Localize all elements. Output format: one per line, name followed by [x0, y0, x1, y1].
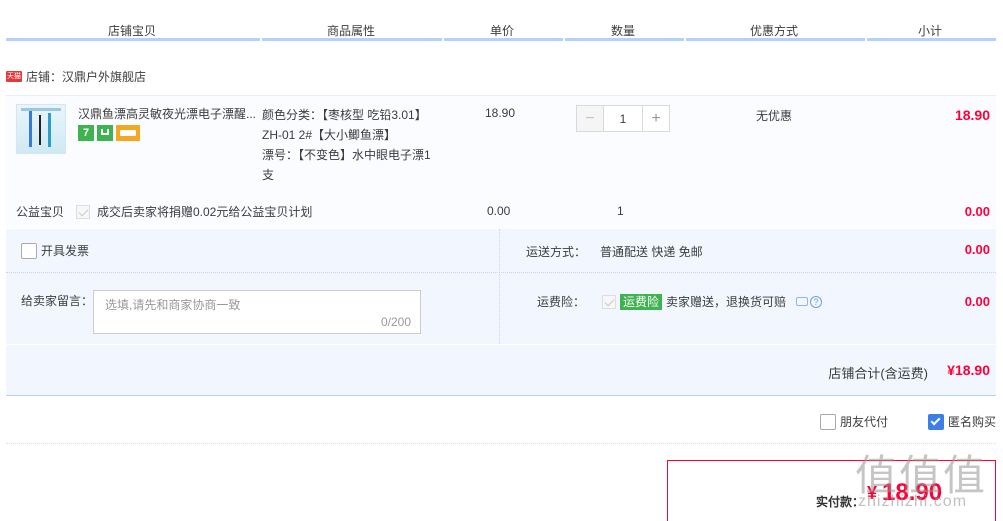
shop-total-label: 店铺合计(含运费) — [828, 366, 928, 381]
seller-message-field[interactable]: 选填,请先和商家协商一致 0/200 — [93, 290, 421, 334]
guarantee-icon[interactable] — [97, 125, 113, 141]
tmall-logo-icon: 天猫 — [6, 70, 22, 82]
attribute-line: 颜色分类：【枣核型 吃铅3.01】 — [262, 108, 427, 122]
invoice-section: 开具发票 — [6, 229, 500, 273]
order-item: 汉鼎鱼漂高灵敏夜光漂电子漂醒... 7 颜色分类：【枣核型 吃铅3.01】 ZH… — [6, 95, 996, 228]
header-divider — [442, 38, 444, 41]
item-subtotal: 18.90 — [954, 107, 990, 123]
column-header-shop-item: 店铺宝贝 — [108, 24, 157, 38]
charity-quantity: 1 — [617, 204, 624, 218]
header-divider — [260, 38, 262, 41]
header-divider — [684, 38, 686, 41]
attribute-line: ZH-01 2#【大小鲫鱼漂】 — [262, 128, 397, 142]
charity-text: 成交后卖家将捐赠0.02元给公益宝贝计划 — [97, 205, 313, 219]
chat-icon[interactable] — [796, 297, 809, 306]
header-divider — [865, 38, 867, 41]
seven-day-return-icon[interactable]: 7 — [78, 125, 94, 141]
header-underline — [6, 38, 996, 41]
shop-total-amount: ¥18.90 — [947, 362, 990, 378]
charity-label: 公益宝贝 — [16, 205, 65, 219]
attribute-line: 漂号：【不变色】水中眼电子漂1 — [262, 148, 431, 162]
anonymous-label[interactable]: 匿名购买 — [948, 413, 996, 430]
insurance-amount: 0.00 — [964, 294, 990, 309]
help-icon[interactable]: ? — [810, 295, 823, 308]
column-header-discount: 优惠方式 — [750, 24, 799, 38]
insurance-tag: 运费险 — [620, 293, 663, 310]
shipping-amount: 0.00 — [964, 242, 990, 257]
product-attributes: 颜色分类：【枣核型 吃铅3.01】 ZH-01 2#【大小鲫鱼漂】 漂号：【不变… — [262, 105, 462, 185]
column-header-quantity: 数量 — [611, 24, 636, 38]
shop-row: 天猫 店铺：汉鼎户外旗舰店 — [6, 66, 146, 86]
discount-method: 无优惠 — [756, 109, 793, 123]
message-counter: 0/200 — [380, 315, 411, 329]
divider — [6, 443, 996, 444]
column-header-attributes: 商品属性 — [327, 24, 376, 38]
attribute-line: 支 — [262, 168, 275, 182]
shop-total-row: 店铺合计(含运费) ¥18.90 — [6, 345, 996, 396]
shipping-section: 运送方式： 普通配送 快递 免邮 0.00 — [501, 229, 996, 273]
column-header-subtotal: 小计 — [918, 24, 943, 38]
decrease-quantity-button[interactable]: − — [576, 105, 604, 132]
invoice-checkbox[interactable] — [21, 242, 37, 259]
friend-pay-checkbox[interactable] — [820, 413, 836, 430]
quantity-stepper: − + — [576, 105, 670, 132]
shipping-label: 运送方式： — [526, 245, 587, 259]
insurance-checkbox — [602, 294, 616, 309]
watermark-url: zhizhizhi.com — [858, 493, 968, 510]
anonymous-checkbox[interactable] — [928, 413, 944, 430]
insurance-option: 运费险 卖家赠送，退换货可赔 ? — [602, 293, 823, 310]
credit-card-icon[interactable] — [116, 125, 140, 141]
unit-price: 18.90 — [485, 106, 516, 120]
product-title-link[interactable]: 汉鼎鱼漂高灵敏夜光漂电子漂醒... — [78, 105, 260, 122]
message-label: 给卖家留言： — [21, 294, 94, 308]
shop-name-link[interactable]: 店铺：汉鼎户外旗舰店 — [26, 68, 146, 85]
quantity-input[interactable] — [604, 105, 642, 132]
column-header-unit-price: 单价 — [490, 24, 515, 38]
message-placeholder: 选填,请先和商家协商一致 — [105, 298, 241, 312]
invoice-label[interactable]: 开具发票 — [41, 242, 89, 259]
order-options: 开具发票 运送方式： 普通配送 快递 免邮 0.00 给卖家留言： 选填,请先和… — [6, 229, 996, 344]
friend-pay-option[interactable]: 朋友代付 — [820, 413, 888, 430]
friend-pay-label[interactable]: 朋友代付 — [840, 413, 888, 430]
charity-subtotal: 0.00 — [964, 204, 990, 219]
product-thumbnail[interactable] — [16, 104, 66, 154]
insurance-text: 卖家赠送，退换货可赔 — [666, 295, 787, 309]
charity-price: 0.00 — [487, 204, 511, 218]
anonymous-option[interactable]: 匿名购买 — [928, 413, 996, 430]
increase-quantity-button[interactable]: + — [642, 105, 670, 132]
charity-checkbox — [76, 204, 90, 219]
insurance-label: 运费险： — [537, 295, 586, 309]
shipping-method: 普通配送 快递 免邮 — [600, 245, 703, 259]
header-divider — [563, 38, 565, 41]
